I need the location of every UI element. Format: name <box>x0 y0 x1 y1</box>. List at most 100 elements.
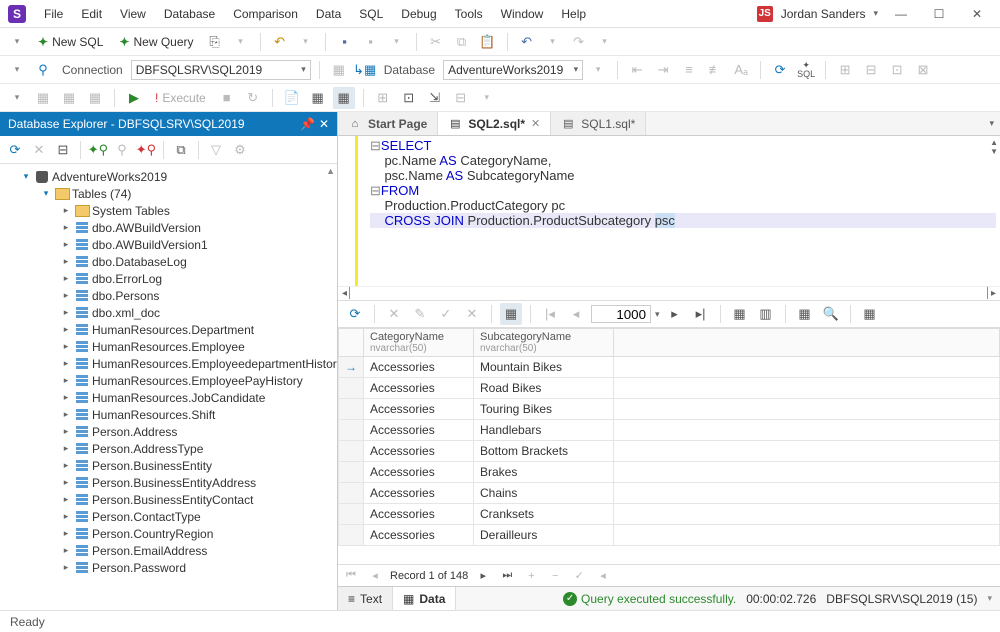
nav-confirm-icon[interactable]: ✓ <box>570 569 588 582</box>
db-tool-icon[interactable]: ▦ <box>84 87 106 109</box>
tab-start-page[interactable]: ⌂Start Page <box>338 112 438 135</box>
minimize-button[interactable]: — <box>886 3 916 25</box>
table-node[interactable]: ▸dbo.AWBuildVersion1 <box>0 236 337 253</box>
undo-icon[interactable]: ↶ <box>516 31 538 53</box>
copy-icon[interactable]: ⧉ <box>451 31 473 53</box>
copy-icon[interactable]: ⧉ <box>170 139 192 161</box>
db-nav-icon[interactable]: ↳▦ <box>354 59 376 81</box>
table-node[interactable]: ▸HumanResources.JobCandidate <box>0 389 337 406</box>
table-row[interactable]: AccessoriesHandlebars <box>339 420 1000 441</box>
dropdown-icon[interactable]: ▾ <box>6 59 28 81</box>
db-icon[interactable]: ▦ <box>328 59 350 81</box>
close-button[interactable]: ✕ <box>962 3 992 25</box>
grid-mode-icon[interactable]: ▦ <box>500 303 522 325</box>
table-node[interactable]: ▸Person.BusinessEntity <box>0 457 337 474</box>
last-page-icon[interactable]: ▸| <box>690 303 712 325</box>
tables-node[interactable]: Tables (74) <box>72 187 131 201</box>
tab-sql1[interactable]: ▤SQL1.sql* <box>551 112 646 135</box>
table-node[interactable]: ▸Person.EmailAddress <box>0 542 337 559</box>
nav-last-icon[interactable]: ⏭ <box>498 569 516 582</box>
dropdown-icon[interactable]: ▾ <box>476 87 498 109</box>
table-row[interactable]: →AccessoriesMountain Bikes <box>339 357 1000 378</box>
menu-debug[interactable]: Debug <box>393 3 444 25</box>
nav-next-icon[interactable]: ▸ <box>474 569 492 582</box>
db-tool-icon[interactable]: ▦ <box>32 87 54 109</box>
table-row[interactable]: AccessoriesDerailleurs <box>339 525 1000 546</box>
case-icon[interactable]: Aₐ <box>730 59 752 81</box>
dropdown-icon[interactable]: ▾ <box>6 87 28 109</box>
reject-icon[interactable]: ✕ <box>461 303 483 325</box>
dropdown-icon[interactable]: ▾ <box>542 31 564 53</box>
menu-view[interactable]: View <box>112 3 154 25</box>
cut-icon[interactable]: ✂ <box>425 31 447 53</box>
db-tool-icon[interactable]: ▦ <box>58 87 80 109</box>
filter-icon[interactable]: ▽ <box>205 139 227 161</box>
tool-icon[interactable]: ⊟ <box>860 59 882 81</box>
tool-icon[interactable]: ⊡ <box>886 59 908 81</box>
execute-button[interactable]: !Execute <box>149 87 212 109</box>
close-icon[interactable]: ✕ <box>531 117 540 130</box>
settings-icon[interactable]: ⚙ <box>229 139 251 161</box>
nav-back-icon[interactable]: ↶ <box>269 31 291 53</box>
tab-sql2[interactable]: ▤SQL2.sql*✕ <box>438 112 551 135</box>
nav-add-icon[interactable]: + <box>522 570 540 582</box>
table-node[interactable]: ▸Person.ContactType <box>0 508 337 525</box>
view-card-icon[interactable]: ▥ <box>755 303 777 325</box>
table-node[interactable]: ▸Person.Address <box>0 423 337 440</box>
export-icon[interactable]: ⇲ <box>424 87 446 109</box>
uncomment-icon[interactable]: ≢ <box>704 59 726 81</box>
indent-icon[interactable]: ⇥ <box>652 59 674 81</box>
refresh-icon[interactable]: ⟳ <box>4 139 26 161</box>
sql-format-icon[interactable]: ✦SQL <box>795 59 817 81</box>
menu-help[interactable]: Help <box>553 3 594 25</box>
scroll-buttons[interactable]: ▲▼ <box>990 138 998 156</box>
object-tree[interactable]: ▲ ▾AdventureWorks2019 ▾Tables (74) ▸Syst… <box>0 164 337 610</box>
tab-data[interactable]: ▦Data <box>393 587 456 610</box>
split-handle-left[interactable]: ◂│ <box>342 288 353 299</box>
maximize-button[interactable]: ☐ <box>924 3 954 25</box>
save-icon[interactable]: ▪ <box>334 31 356 53</box>
table-node[interactable]: ▸HumanResources.Employee <box>0 338 337 355</box>
dropdown-icon[interactable]: ▾ <box>295 31 317 53</box>
export-icon[interactable]: ▦ <box>859 303 881 325</box>
dropdown-icon[interactable]: ▾ <box>587 59 609 81</box>
tool-icon[interactable]: ⊠ <box>912 59 934 81</box>
find-icon[interactable]: 🔍 <box>820 303 842 325</box>
split-handle-right[interactable]: │▸ <box>985 288 996 299</box>
table-node[interactable]: ▸Person.BusinessEntityContact <box>0 491 337 508</box>
menu-data[interactable]: Data <box>308 3 349 25</box>
connection-combo[interactable]: DBFSQLSRV\SQL2019▾ <box>131 60 311 80</box>
redo-icon[interactable]: ↷ <box>568 31 590 53</box>
menu-database[interactable]: Database <box>156 3 223 25</box>
first-page-icon[interactable]: |◂ <box>539 303 561 325</box>
refresh-icon[interactable]: ⟳ <box>769 59 791 81</box>
nav-prev-icon[interactable]: ◂ <box>366 569 384 582</box>
connection-icon[interactable]: ⚲ <box>32 59 54 81</box>
dropdown-icon[interactable]: ▾ <box>6 31 28 53</box>
sql-editor[interactable]: ⊟SELECT pc.Name AS CategoryName, psc.Nam… <box>338 136 1000 286</box>
edit-icon[interactable]: ✎ <box>409 303 431 325</box>
comment-icon[interactable]: ≡ <box>678 59 700 81</box>
results-grid[interactable]: CategoryNamenvarchar(50) SubcategoryName… <box>338 328 1000 564</box>
table-row[interactable]: AccessoriesTouring Bikes <box>339 399 1000 420</box>
table-node[interactable]: ▸HumanResources.EmployeePayHistory <box>0 372 337 389</box>
table-view-icon[interactable]: ▦ <box>333 87 355 109</box>
cancel-icon[interactable]: ✕ <box>383 303 405 325</box>
menu-sql[interactable]: SQL <box>351 3 391 25</box>
menu-window[interactable]: Window <box>493 3 552 25</box>
collapse-icon[interactable]: ⊟ <box>52 139 74 161</box>
table-row[interactable]: AccessoriesBrakes <box>339 462 1000 483</box>
dropdown-icon[interactable]: ▾ <box>230 31 252 53</box>
disconn-icon[interactable]: ✦⚲ <box>135 139 157 161</box>
menu-comparison[interactable]: Comparison <box>225 3 306 25</box>
db-node[interactable]: AdventureWorks2019 <box>52 170 167 184</box>
new-sql-button[interactable]: ✦New SQL <box>32 31 109 53</box>
save-all-icon[interactable]: ▪ <box>360 31 382 53</box>
table-row[interactable]: AccessoriesBottom Brackets <box>339 441 1000 462</box>
step-icon[interactable]: ↻ <box>242 87 264 109</box>
paste-icon[interactable]: 📋 <box>477 31 499 53</box>
menu-tools[interactable]: Tools <box>447 3 491 25</box>
dropdown-icon[interactable]: ▾ <box>594 31 616 53</box>
nav-remove-icon[interactable]: − <box>546 570 564 582</box>
outdent-icon[interactable]: ⇤ <box>626 59 648 81</box>
